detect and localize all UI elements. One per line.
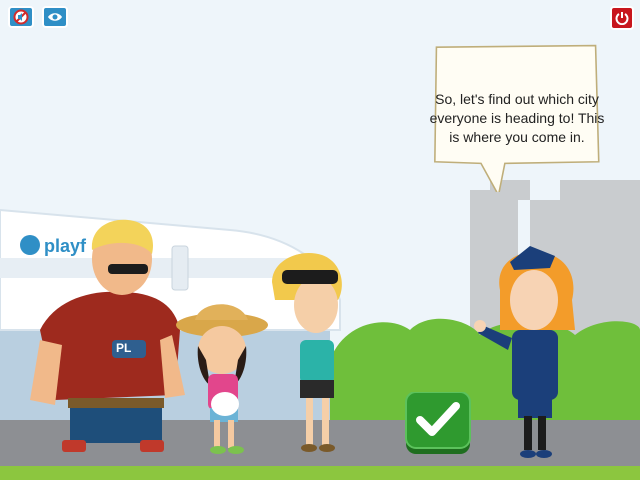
- view-toggle-button[interactable]: [42, 6, 68, 28]
- sound-toggle-button[interactable]: [8, 6, 34, 28]
- plane-logo-icon: [20, 235, 40, 255]
- power-icon: [615, 12, 629, 25]
- game-stage: So, let's find out which city everyone i…: [0, 0, 640, 480]
- shirt-logo-text: PL: [116, 341, 132, 355]
- grass-strip: [0, 466, 640, 480]
- quit-button[interactable]: [610, 6, 634, 30]
- confirm-button[interactable]: [404, 392, 472, 456]
- dialog-text: So, let's find out which city everyone i…: [429, 91, 605, 145]
- plane-brand-text: playf: [44, 236, 87, 256]
- eye-icon: [48, 13, 62, 21]
- sound-muted-icon: [13, 9, 29, 25]
